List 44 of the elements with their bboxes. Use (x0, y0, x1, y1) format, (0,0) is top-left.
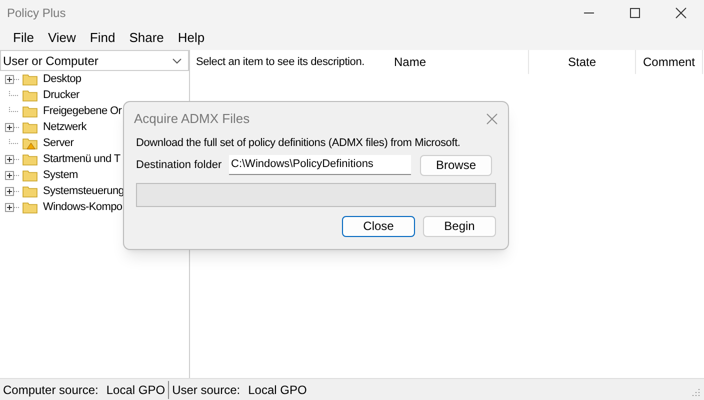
window-title: Policy Plus (6, 5, 66, 22)
status-label: Computer source: (3, 382, 98, 398)
menu-item[interactable]: Share (122, 28, 171, 48)
resize-grip-icon[interactable] (691, 387, 701, 397)
expand-icon[interactable] (5, 122, 19, 132)
folder-icon (22, 120, 38, 134)
column-header[interactable]: State (528, 50, 635, 74)
folder-icon (22, 152, 38, 166)
menu-item[interactable]: View (40, 28, 83, 48)
column-header[interactable]: Comment (635, 50, 703, 74)
tree-item[interactable]: Systemsteuerung (5, 183, 189, 199)
expand-icon[interactable] (5, 154, 19, 164)
description-text: Select an item to see its description. (196, 56, 364, 68)
warning-folder-icon (22, 136, 38, 150)
chevron-down-icon (172, 58, 182, 64)
menu-item[interactable]: File (6, 28, 41, 48)
dialog-button[interactable]: Begin (423, 216, 496, 236)
expand-icon[interactable] (5, 202, 19, 212)
tree-item[interactable]: Drucker (5, 87, 189, 103)
dialog-title: Acquire ADMX Files (134, 110, 250, 128)
folder-icon (22, 168, 38, 182)
dialog-button[interactable]: Close (342, 216, 415, 236)
status-value: Local GPO (248, 382, 307, 398)
expand-icon[interactable] (5, 74, 19, 84)
expand-icon[interactable] (5, 186, 19, 196)
expand-icon[interactable] (5, 170, 19, 180)
field-label: Destination folder (136, 158, 223, 173)
dialog-message: Download the full set of policy definitions (ADMX files) from Microsoft. (136, 136, 462, 151)
status-value: Local GPO (106, 382, 166, 398)
scope-dropdown[interactable]: User or Computer (0, 50, 189, 71)
status-label: User source: (172, 382, 240, 398)
tree-item[interactable]: Windows-Kompo (5, 199, 189, 215)
browse-button[interactable]: Browse (420, 154, 492, 176)
folder-input-field[interactable]: C:\Windows\PolicyDefinitions (229, 155, 411, 175)
menu-item[interactable]: Help (170, 28, 212, 48)
folder-icon (22, 104, 38, 118)
close-icon[interactable] (486, 112, 498, 124)
folder-icon (22, 72, 38, 86)
folder-icon (22, 88, 38, 102)
menu-item[interactable]: Find (82, 28, 122, 48)
column-header[interactable]: Name (382, 50, 528, 74)
folder-icon (22, 200, 38, 214)
tree-item[interactable]: Desktop (5, 71, 189, 87)
folder-icon (22, 184, 38, 198)
